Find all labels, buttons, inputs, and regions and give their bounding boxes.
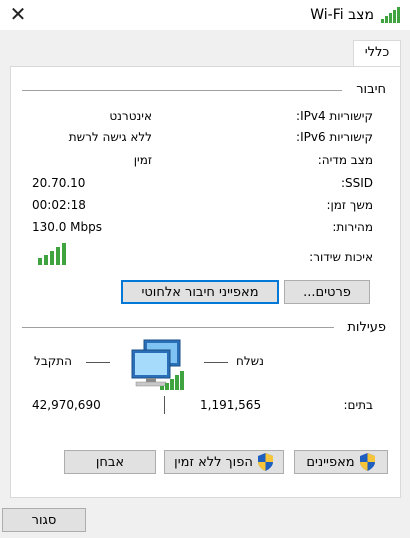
ipv4-value: אינטרנט [109,109,152,123]
sent-label: נשלח [236,354,264,368]
wireless-properties-button[interactable]: מאפייני חיבור אלחוטי [121,280,279,304]
received-line [86,362,110,363]
close-icon[interactable]: ✕ [6,2,30,26]
tab-general[interactable]: כללי [353,40,401,67]
ssid-value: 20.70.10 [32,176,86,190]
activity-divider [22,327,334,328]
received-label: התקבל [34,354,72,368]
signal-strength-icon [38,243,66,265]
window-title-area: מצב Wi-Fi [310,4,402,26]
media-state-label: מצב מדיה: [317,153,373,167]
wifi-signal-icon [381,7,400,23]
received-bytes: 42,970,690 [32,398,101,412]
ipv4-label: קישוריות IPv4: [296,109,373,123]
properties-button[interactable]: מאפיינים [294,450,388,474]
network-computers-icon [131,339,184,390]
window-title: מצב Wi-Fi [310,7,374,23]
close-button[interactable]: סגור [2,508,86,532]
ssid-label: SSID: [340,176,373,190]
duration-label: משך זמן: [326,198,373,212]
title-bar: ✕ מצב Wi-Fi [0,0,410,30]
speed-label: מהירות: [332,220,373,234]
activity-heading: פעילות [347,320,386,335]
media-state-value: זמין [133,153,152,167]
sent-bytes: 1,191,565 [200,398,262,412]
activity-divider-vertical [164,396,165,414]
duration-value: 00:02:18 [32,198,86,212]
bytes-label: בתים: [343,398,373,412]
properties-label: מאפיינים [306,454,355,470]
speed-value: 130.0 Mbps [32,220,103,234]
uac-shield-icon [359,453,375,471]
connection-divider [22,90,342,91]
signal-quality-label: איכות שידור: [309,250,373,264]
diagnose-button[interactable]: אבחן [64,450,156,474]
disable-label: הפוך ללא זמין [174,454,253,470]
sent-line [204,362,228,363]
uac-shield-icon [257,453,273,471]
disable-button[interactable]: הפוך ללא זמין [164,450,284,474]
details-button[interactable]: פרטים... [284,280,370,304]
ipv6-label: קישוריות IPv6: [296,130,373,144]
ipv6-value: ללא גישה לרשת [68,130,152,144]
connection-heading: חיבור [356,82,386,97]
